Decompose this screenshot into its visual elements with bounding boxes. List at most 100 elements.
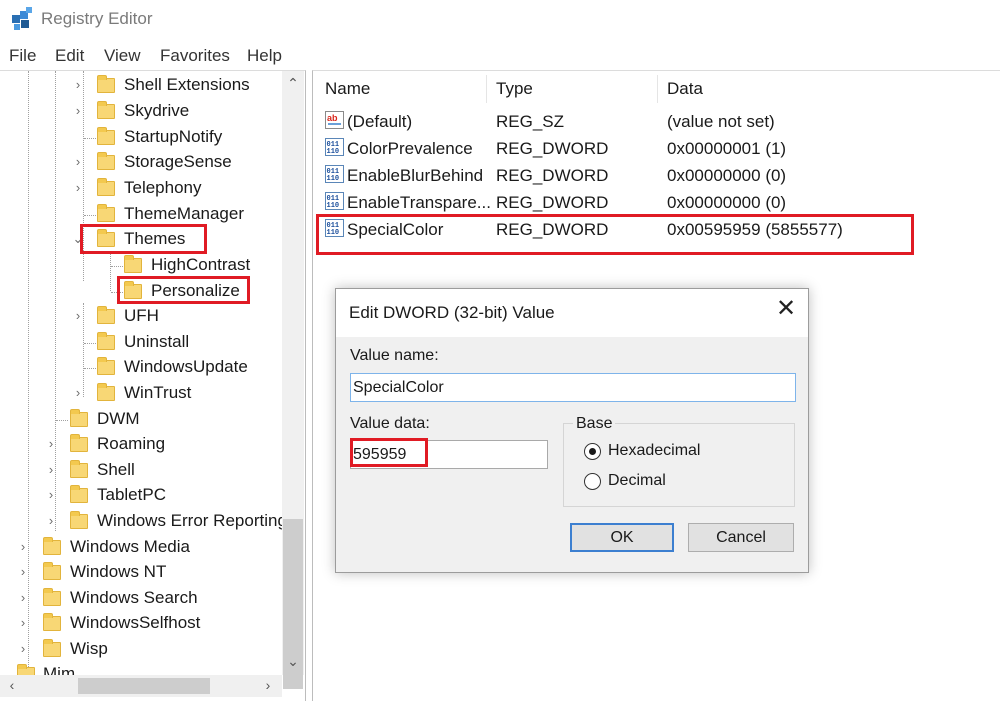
registry-tree[interactable]: › Shell Extensions › Skydrive StartupNot… (0, 70, 306, 701)
chevron-right-icon[interactable]: › (72, 103, 84, 118)
chevron-right-icon[interactable]: › (17, 539, 29, 554)
tree-item-mim[interactable]: Mim (0, 663, 280, 675)
folder-icon (70, 434, 88, 452)
tree-item-label: HighContrast (151, 255, 251, 274)
edit-dword-dialog: Edit DWORD (32-bit) Value ✕ Value name: … (335, 288, 809, 573)
folder-icon (17, 664, 35, 675)
tree-item-shell[interactable]: › Shell (0, 459, 280, 483)
scroll-right-icon[interactable]: › (258, 677, 278, 693)
value-name: (Default) (347, 112, 413, 131)
base-group (563, 423, 795, 507)
chevron-right-icon[interactable]: › (17, 564, 29, 579)
menu-help[interactable]: Help (247, 46, 282, 66)
column-header-name[interactable]: Name (325, 79, 370, 99)
scroll-down-icon[interactable]: ⌄ (283, 653, 303, 670)
radio-button[interactable] (584, 443, 601, 460)
scroll-up-icon[interactable]: ⌃ (283, 75, 303, 92)
dword-value-icon: 011 110 (325, 192, 344, 210)
chevron-right-icon[interactable]: › (45, 487, 57, 502)
value-data: (value not set) (667, 112, 775, 131)
tree-item-uninstall[interactable]: Uninstall (0, 331, 280, 355)
window-titlebar: Registry Editor (0, 0, 1000, 40)
tree-item-windows-media[interactable]: › Windows Media (0, 536, 280, 560)
folder-icon (97, 127, 115, 145)
tree-item-label: Wisp (70, 639, 108, 658)
column-header-data[interactable]: Data (667, 79, 703, 99)
tree-item-ufh[interactable]: › UFH (0, 305, 280, 329)
folder-icon (70, 511, 88, 529)
value-type: REG_DWORD (496, 193, 609, 212)
chevron-right-icon[interactable]: › (72, 154, 84, 169)
chevron-right-icon[interactable]: › (45, 436, 57, 451)
column-header-type[interactable]: Type (496, 79, 533, 99)
menu-file[interactable]: File (9, 46, 36, 66)
chevron-right-icon[interactable]: › (17, 641, 29, 656)
folder-icon (43, 613, 61, 631)
tree-guide-line (56, 420, 68, 421)
tree-guide-line (84, 138, 96, 139)
tree-item-windows-nt[interactable]: › Windows NT (0, 561, 280, 585)
tree-item-telephony[interactable]: › Telephony (0, 177, 280, 201)
tree-item-label: StartupNotify (124, 127, 223, 146)
close-icon[interactable]: ✕ (770, 293, 802, 325)
tree-item-storagesense[interactable]: › StorageSense (0, 151, 280, 175)
chevron-right-icon[interactable]: › (72, 308, 84, 323)
chevron-right-icon[interactable]: › (17, 590, 29, 605)
tree-item-highcontrast[interactable]: HighContrast (0, 254, 280, 278)
tree-item-wintrust[interactable]: › WinTrust (0, 382, 280, 406)
tree-guide-line (84, 368, 96, 369)
radio-label: Hexadecimal (608, 442, 701, 459)
value-name-field[interactable]: SpecialColor (350, 373, 796, 402)
svg-text:110: 110 (327, 175, 340, 183)
tree-item-windows-error-reporting[interactable]: › Windows Error Reporting (0, 510, 287, 534)
column-divider[interactable] (486, 75, 487, 103)
tree-item-shell-extensions[interactable]: › Shell Extensions (0, 74, 280, 98)
chevron-right-icon[interactable]: › (45, 462, 57, 477)
column-divider[interactable] (657, 75, 658, 103)
tree-item-label: Uninstall (124, 332, 190, 351)
tree-item-label: WindowsUpdate (124, 357, 248, 376)
tree-item-label: Windows Error Reporting (97, 511, 287, 530)
menu-view[interactable]: View (104, 46, 141, 66)
folder-icon (70, 409, 88, 427)
tree-item-startupnotify[interactable]: StartupNotify (0, 126, 280, 150)
chevron-right-icon[interactable]: › (72, 385, 84, 400)
tree-item-windows-search[interactable]: › Windows Search (0, 587, 280, 611)
chevron-right-icon[interactable]: › (17, 615, 29, 630)
tree-item-roaming[interactable]: › Roaming (0, 433, 280, 457)
chevron-right-icon[interactable]: › (72, 77, 84, 92)
scroll-left-icon[interactable]: ‹ (2, 677, 22, 693)
folder-icon (97, 101, 115, 119)
tree-item-wisp[interactable]: › Wisp (0, 638, 280, 662)
chevron-right-icon[interactable]: › (72, 180, 84, 195)
folder-icon (43, 537, 61, 555)
tree-item-windowsupdate[interactable]: WindowsUpdate (0, 356, 280, 380)
dword-value-icon: 011 110 (325, 165, 344, 183)
chevron-right-icon[interactable]: › (45, 513, 57, 528)
ok-button[interactable]: OK (570, 523, 674, 552)
tree-horizontal-scroll-thumb[interactable] (78, 678, 210, 694)
tree-item-windowsselfhost[interactable]: › WindowsSelfhost (0, 612, 280, 636)
svg-text:ab: ab (327, 113, 338, 123)
tree-item-label: WindowsSelfhost (70, 613, 201, 632)
menu-edit[interactable]: Edit (55, 46, 84, 66)
folder-icon (97, 332, 115, 350)
tree-item-skydrive[interactable]: › Skydrive (0, 100, 280, 124)
tree-item-dwm[interactable]: DWM (0, 408, 280, 432)
cancel-button[interactable]: Cancel (688, 523, 794, 552)
menu-favorites[interactable]: Favorites (160, 46, 230, 66)
tree-item-label: DWM (97, 409, 140, 428)
tree-item-label: Roaming (97, 434, 166, 453)
tree-item-label: TabletPC (97, 485, 166, 504)
radio-button[interactable] (584, 473, 601, 490)
tree-item-label: StorageSense (124, 152, 232, 171)
tree-item-label: Windows Media (70, 537, 190, 556)
tree-item-tabletpc[interactable]: › TabletPC (0, 484, 280, 508)
folder-icon (97, 75, 115, 93)
registry-icon (12, 7, 32, 30)
folder-icon (43, 639, 61, 657)
tree-item-label: Windows NT (70, 562, 167, 581)
tree-item-label: Skydrive (124, 101, 190, 120)
value-type: REG_SZ (496, 112, 565, 131)
folder-icon (97, 306, 115, 324)
